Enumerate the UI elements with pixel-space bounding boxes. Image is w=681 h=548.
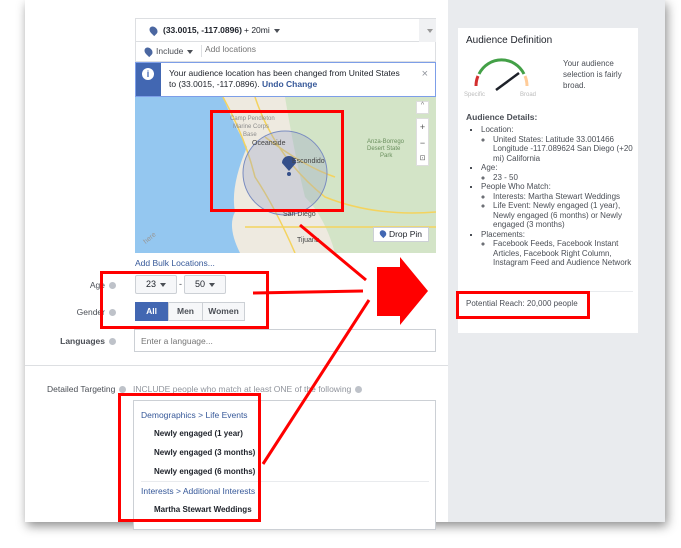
zoom-out-button[interactable]: − bbox=[417, 135, 428, 151]
info-icon: i bbox=[142, 68, 154, 80]
annotation-box-age-gender bbox=[100, 271, 269, 329]
include-row: Include bbox=[135, 42, 436, 62]
include-dropdown[interactable]: Include bbox=[156, 46, 194, 56]
map-label: Tijuana bbox=[297, 237, 320, 244]
close-icon[interactable]: × bbox=[422, 68, 428, 80]
add-bulk-locations-link[interactable]: Add Bulk Locations... bbox=[135, 258, 215, 268]
pin-icon bbox=[378, 228, 388, 239]
breadth-summary: Your audience selection is fairly broad. bbox=[563, 59, 622, 90]
detail-age: Age:23 - 50 bbox=[481, 163, 634, 182]
location-pin-icon bbox=[147, 24, 160, 37]
map-label: Park bbox=[380, 153, 393, 159]
audience-gauge bbox=[474, 58, 529, 92]
undo-change-link[interactable]: Undo Change bbox=[262, 79, 317, 89]
detail-placements: Placements:Facebook Feeds, Facebook Inst… bbox=[481, 230, 634, 268]
audience-details-list: Location:United States: Latitude 33.0014… bbox=[466, 125, 634, 268]
recenter-icon[interactable]: ⊡ bbox=[417, 151, 428, 167]
location-selected-row[interactable]: (33.0015, -117.0896) + 20mi bbox=[135, 18, 436, 42]
gauge-specific-label: Specific bbox=[464, 92, 486, 98]
location-coordinates: (33.0015, -117.0896) bbox=[163, 25, 242, 35]
divider bbox=[25, 365, 448, 366]
annotation-box-map bbox=[210, 110, 344, 212]
detailed-targeting-label: Detailed Targeting bbox=[47, 384, 127, 394]
map-label: Desert State bbox=[367, 146, 401, 152]
drop-pin-button[interactable]: Drop Pin bbox=[373, 227, 429, 242]
audience-definition-card: Audience Definition Specific Broad Your … bbox=[458, 28, 638, 333]
info-icon bbox=[109, 338, 116, 346]
map-label: Anza-Borrego bbox=[367, 139, 405, 145]
details-title: Audience Details: bbox=[466, 112, 538, 122]
map-zoom-controls: + − ⊡ bbox=[416, 118, 429, 166]
add-locations-input[interactable] bbox=[205, 44, 405, 54]
languages-label: Languages bbox=[16, 336, 116, 346]
annotation-box-reach bbox=[456, 291, 590, 319]
detail-location: Location:United States: Latitude 33.0014… bbox=[481, 125, 634, 163]
map-label: San Diego bbox=[283, 211, 316, 218]
scrollbar[interactable] bbox=[419, 19, 436, 42]
detail-people: People Who Match:Interests: Martha Stewa… bbox=[481, 182, 634, 230]
gauge-broad-label: Broad bbox=[520, 92, 537, 98]
info-icon bbox=[355, 386, 363, 394]
language-input[interactable] bbox=[134, 329, 436, 352]
location-changed-notice: i Your audience location has been change… bbox=[135, 62, 436, 97]
map-collapse-button[interactable]: ^ bbox=[416, 101, 429, 114]
radius-dropdown[interactable]: + 20mi bbox=[244, 25, 280, 35]
zoom-in-button[interactable]: + bbox=[417, 119, 428, 135]
include-pin-icon bbox=[142, 45, 155, 58]
annotation-box-targeting bbox=[118, 393, 261, 522]
card-title: Audience Definition bbox=[466, 35, 553, 46]
